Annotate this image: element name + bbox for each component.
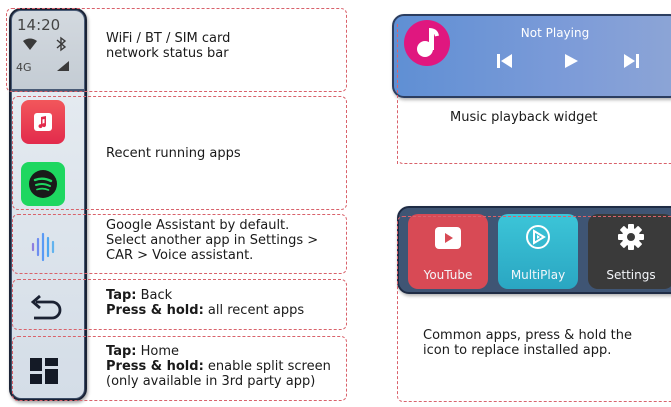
home-tap-label: Tap: <box>106 344 137 359</box>
back-tap-text: Back <box>140 288 173 303</box>
home-tap-text: Home <box>140 344 179 359</box>
callout-status-line-2: network status bar <box>106 46 229 61</box>
callout-assistant-line-1: Google Assistant by default. <box>106 218 290 233</box>
callout-music-text: Music playback widget <box>450 110 598 125</box>
back-hold-text: all recent apps <box>207 303 305 318</box>
callout-common-line-2: icon to replace installed app. <box>423 343 612 358</box>
home-hold-label: Press & hold: <box>106 359 204 374</box>
callout-common-line-1: Common apps, press & hold the <box>423 328 632 343</box>
callout-assistant-line-3: CAR > Voice assistant. <box>106 248 254 263</box>
callout-status-text: WiFi / BT / SIM card network status bar <box>106 31 336 61</box>
callout-music-edge <box>397 24 398 164</box>
callout-home-text: Tap: Home Press & hold: enable split scr… <box>106 344 346 389</box>
callout-assistant-line-2: Select another app in Settings > <box>106 233 319 248</box>
callout-assistant-text: Google Assistant by default. Select anot… <box>106 218 344 263</box>
home-hold-text: enable split screen <box>207 359 331 374</box>
back-hold-label: Press & hold: <box>106 303 204 318</box>
callout-common-text: Common apps, press & hold the icon to re… <box>423 328 671 358</box>
callout-recent-text: Recent running apps <box>106 146 241 161</box>
home-note: (only available in 3rd party app) <box>106 374 316 389</box>
callout-back-text: Tap: Back Press & hold: all recent apps <box>106 288 344 318</box>
callout-music <box>397 24 671 164</box>
callout-status-line-1: WiFi / BT / SIM card <box>106 31 231 46</box>
callout-common-apps <box>397 216 671 402</box>
back-tap-label: Tap: <box>106 288 137 303</box>
